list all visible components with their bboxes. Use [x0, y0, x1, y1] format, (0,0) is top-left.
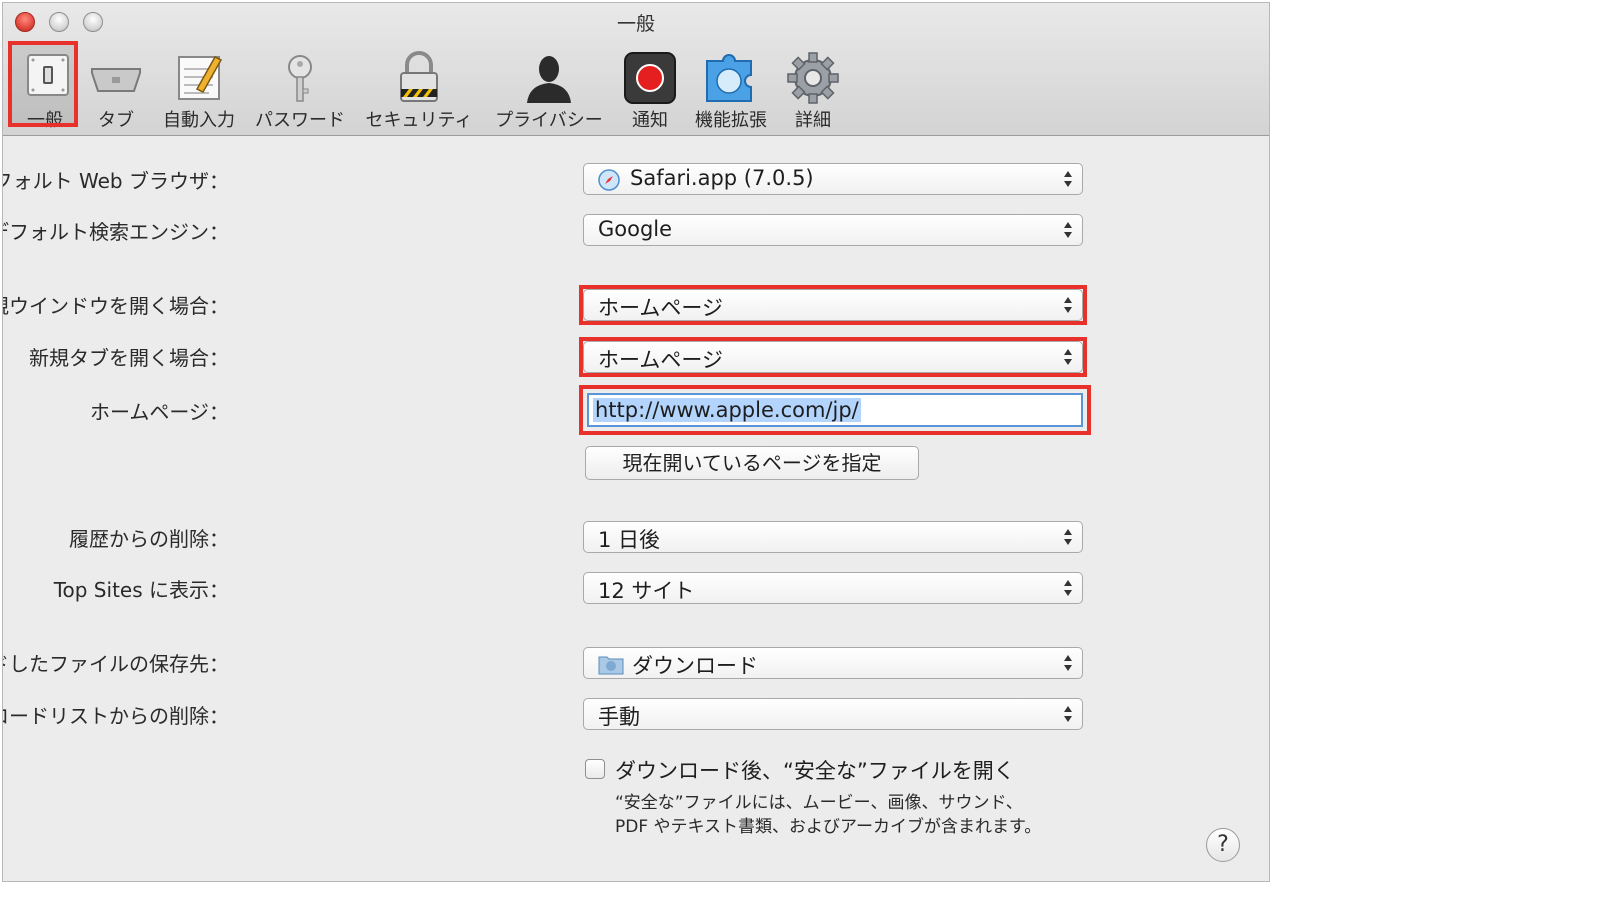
default-search-popup[interactable]: Google [583, 214, 1083, 246]
autofill-icon [178, 56, 223, 100]
help-button[interactable]: ? [1206, 828, 1240, 862]
download-list-remove-value: 手動 [598, 705, 640, 729]
safe-files-note-line2: PDF やテキスト書類、およびアーカイブが含まれます。 [615, 817, 1042, 837]
download-list-remove-popup[interactable]: 手動 [583, 698, 1083, 730]
preferences-window: 一般 一般 タブ 自動入力 パスワード セキュリティ プライバシー 通知 機能拡… [2, 2, 1270, 882]
toolbar-item-autofill[interactable]: 自動入力 [159, 47, 239, 133]
downloads-folder-icon [598, 656, 624, 675]
toolbar-item-passwords[interactable]: パスワード [251, 47, 349, 133]
default-browser-label: デフォルト Web ブラウザ： [3, 169, 229, 193]
highlight-homepage [579, 385, 1091, 435]
popup-arrows-icon [1064, 580, 1072, 596]
toolbar-item-general[interactable]: 一般 [5, 41, 85, 133]
toolbar-item-tabs[interactable]: タブ [85, 47, 147, 133]
popup-arrows-icon [1064, 222, 1072, 238]
popup-arrows-icon [1064, 655, 1072, 671]
highlight-new-tab [579, 337, 1087, 377]
download-location-value: ダウンロード [632, 654, 758, 678]
toolbar-label: 機能拡張 [695, 110, 767, 131]
toolbar-item-notifications[interactable]: 通知 [621, 47, 679, 133]
new-window-label: 新規ウインドウを開く場合： [3, 294, 229, 318]
toolbar-label: 通知 [632, 110, 668, 131]
popup-arrows-icon [1064, 529, 1072, 545]
toolbar-label: パスワード [255, 110, 345, 131]
title-bar: 一般 一般 タブ 自動入力 パスワード セキュリティ プライバシー 通知 機能拡… [3, 3, 1269, 136]
default-search-value: Google [598, 217, 673, 241]
open-safe-files-label[interactable]: ダウンロード後、“安全な”ファイルを開く [615, 755, 1015, 785]
toolbar-item-privacy[interactable]: プライバシー [489, 47, 609, 133]
download-location-label: ダウンロードしたファイルの保存先： [3, 652, 229, 676]
default-browser-value: Safari.app (7.0.5) [630, 166, 814, 190]
toolbar-item-security[interactable]: セキュリティ [361, 47, 477, 133]
download-list-remove-label: ダウンロードリストからの削除： [3, 704, 229, 728]
default-browser-popup[interactable]: Safari.app (7.0.5) [583, 163, 1083, 195]
default-search-label: デフォルト検索エンジン： [2, 220, 229, 244]
set-current-page-button[interactable]: 現在開いているページを指定 [585, 446, 919, 480]
toolbar-label: セキュリティ [365, 110, 473, 131]
toolbar-item-advanced[interactable]: 詳細 [783, 47, 843, 133]
password-key-icon [288, 55, 312, 102]
new-tab-label: 新規タブを開く場合： [29, 346, 229, 370]
window-title: 一般 [616, 13, 655, 35]
homepage-label: ホームページ： [90, 400, 229, 424]
top-sites-label: Top Sites に表示： [53, 578, 229, 602]
history-remove-value: 1 日後 [598, 528, 661, 552]
highlight-new-window [579, 285, 1087, 325]
security-lock-icon [400, 51, 438, 102]
notifications-icon [624, 52, 676, 104]
privacy-silhouette-icon [527, 56, 571, 103]
tabs-icon [91, 68, 141, 92]
popup-arrows-icon [1064, 706, 1072, 722]
top-sites-value: 12 サイト [598, 579, 695, 603]
extensions-puzzle-icon [706, 54, 752, 102]
open-safe-files-checkbox[interactable] [585, 759, 605, 779]
toolbar-label: タブ [98, 110, 134, 131]
safari-compass-icon [598, 169, 620, 191]
download-location-popup[interactable]: ダウンロード [583, 647, 1083, 679]
toolbar-label: 詳細 [795, 110, 831, 131]
toolbar-label: 自動入力 [163, 110, 235, 131]
toolbar-label: プライバシー [495, 110, 603, 131]
popup-arrows-icon [1064, 171, 1072, 187]
top-sites-popup[interactable]: 12 サイト [583, 572, 1083, 604]
history-remove-label: 履歴からの削除： [69, 527, 229, 551]
history-remove-popup[interactable]: 1 日後 [583, 521, 1083, 553]
advanced-gear-icon [787, 52, 839, 104]
safe-files-note-line1: “安全な”ファイルには、ムービー、画像、サウンド、 [615, 793, 1023, 813]
toolbar-item-extensions[interactable]: 機能拡張 [691, 47, 771, 133]
